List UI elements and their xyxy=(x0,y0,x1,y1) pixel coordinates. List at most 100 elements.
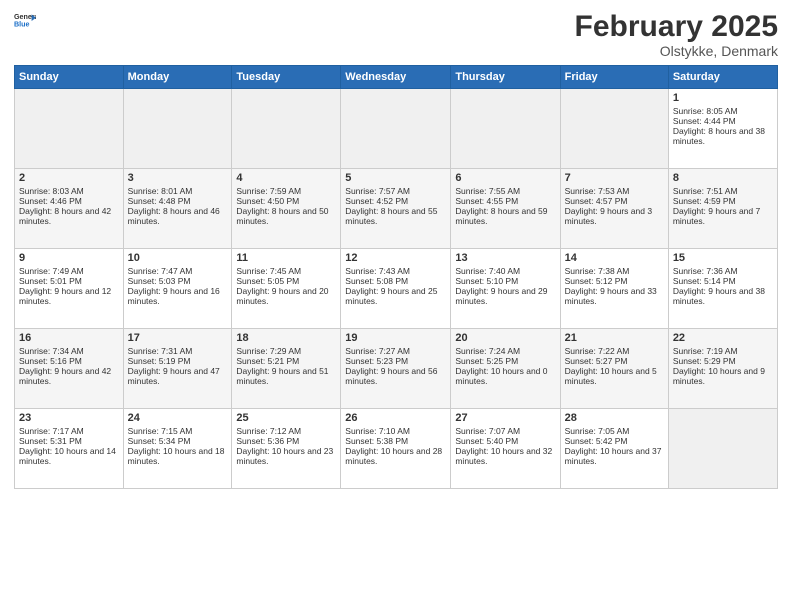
daylight-text: Daylight: 9 hours and 25 minutes. xyxy=(345,286,446,306)
calendar-cell xyxy=(232,89,341,169)
day-number: 10 xyxy=(128,252,228,264)
daylight-text: Daylight: 9 hours and 51 minutes. xyxy=(236,366,336,386)
sunrise-text: Sunrise: 7:38 AM xyxy=(565,266,664,276)
day-number: 17 xyxy=(128,332,228,344)
calendar-cell: 13Sunrise: 7:40 AMSunset: 5:10 PMDayligh… xyxy=(451,249,560,329)
sunset-text: Sunset: 5:19 PM xyxy=(128,356,228,366)
calendar-cell: 10Sunrise: 7:47 AMSunset: 5:03 PMDayligh… xyxy=(123,249,232,329)
daylight-text: Daylight: 8 hours and 46 minutes. xyxy=(128,206,228,226)
sunrise-text: Sunrise: 7:36 AM xyxy=(673,266,773,276)
daylight-text: Daylight: 10 hours and 37 minutes. xyxy=(565,446,664,466)
sunset-text: Sunset: 5:08 PM xyxy=(345,276,446,286)
logo: General Blue xyxy=(14,10,36,37)
daylight-text: Daylight: 9 hours and 42 minutes. xyxy=(19,366,119,386)
daylight-text: Daylight: 8 hours and 38 minutes. xyxy=(673,126,773,146)
calendar-cell: 15Sunrise: 7:36 AMSunset: 5:14 PMDayligh… xyxy=(668,249,777,329)
sunset-text: Sunset: 4:44 PM xyxy=(673,116,773,126)
daylight-text: Daylight: 9 hours and 20 minutes. xyxy=(236,286,336,306)
sunset-text: Sunset: 5:40 PM xyxy=(455,436,555,446)
calendar-week-row: 9Sunrise: 7:49 AMSunset: 5:01 PMDaylight… xyxy=(15,249,778,329)
sunset-text: Sunset: 5:31 PM xyxy=(19,436,119,446)
sunrise-text: Sunrise: 7:59 AM xyxy=(236,186,336,196)
sunset-text: Sunset: 5:27 PM xyxy=(565,356,664,366)
sunrise-text: Sunrise: 7:55 AM xyxy=(455,186,555,196)
sunrise-text: Sunrise: 7:40 AM xyxy=(455,266,555,276)
daylight-text: Daylight: 9 hours and 33 minutes. xyxy=(565,286,664,306)
day-number: 3 xyxy=(128,172,228,184)
sunrise-text: Sunrise: 8:05 AM xyxy=(673,106,773,116)
sunset-text: Sunset: 5:29 PM xyxy=(673,356,773,366)
sunset-text: Sunset: 5:14 PM xyxy=(673,276,773,286)
title-block: February 2025 Olstykke, Denmark xyxy=(575,10,778,59)
daylight-text: Daylight: 10 hours and 14 minutes. xyxy=(19,446,119,466)
calendar-cell: 21Sunrise: 7:22 AMSunset: 5:27 PMDayligh… xyxy=(560,329,668,409)
calendar-cell: 24Sunrise: 7:15 AMSunset: 5:34 PMDayligh… xyxy=(123,409,232,489)
calendar-cell: 16Sunrise: 7:34 AMSunset: 5:16 PMDayligh… xyxy=(15,329,124,409)
day-number: 26 xyxy=(345,412,446,424)
calendar-cell: 6Sunrise: 7:55 AMSunset: 4:55 PMDaylight… xyxy=(451,169,560,249)
sunset-text: Sunset: 5:12 PM xyxy=(565,276,664,286)
calendar-cell: 25Sunrise: 7:12 AMSunset: 5:36 PMDayligh… xyxy=(232,409,341,489)
day-number: 8 xyxy=(673,172,773,184)
sunrise-text: Sunrise: 7:31 AM xyxy=(128,346,228,356)
day-number: 1 xyxy=(673,92,773,104)
calendar-cell: 11 Sunrise: 7:45 AMSunset: 5:05 PMDayligh… xyxy=(232,249,341,329)
daylight-text: Daylight: 9 hours and 38 minutes. xyxy=(673,286,773,306)
daylight-text: Daylight: 8 hours and 55 minutes. xyxy=(345,206,446,226)
sunrise-text: Sunrise: 7:05 AM xyxy=(565,426,664,436)
day-number: 14 xyxy=(565,252,664,264)
calendar-cell: 18Sunrise: 7:29 AMSunset: 5:21 PMDayligh… xyxy=(232,329,341,409)
month-title: February 2025 xyxy=(575,10,778,43)
calendar-cell: 27Sunrise: 7:07 AMSunset: 5:40 PMDayligh… xyxy=(451,409,560,489)
day-number: 25 xyxy=(236,412,336,424)
sunrise-text: Sunrise: 7:29 AM xyxy=(236,346,336,356)
header: General Blue February 2025 Olstykke, Den… xyxy=(14,10,778,59)
daylight-text: Daylight: 10 hours and 28 minutes. xyxy=(345,446,446,466)
sunset-text: Sunset: 5:34 PM xyxy=(128,436,228,446)
sunrise-text: Sunrise: 7:15 AM xyxy=(128,426,228,436)
sunrise-text: Sunrise: 7:45 AM xyxy=(236,266,336,276)
sunrise-text: Sunrise: 7:34 AM xyxy=(19,346,119,356)
col-monday: Monday xyxy=(123,66,232,89)
day-number: 27 xyxy=(455,412,555,424)
location: Olstykke, Denmark xyxy=(575,43,778,59)
calendar-cell xyxy=(668,409,777,489)
calendar-week-row: 1 Sunrise: 8:05 AMSunset: 4:44 PMDaylight… xyxy=(15,89,778,169)
daylight-text: Daylight: 10 hours and 23 minutes. xyxy=(236,446,336,466)
day-number: 11 xyxy=(236,252,336,264)
sunrise-text: Sunrise: 7:57 AM xyxy=(345,186,446,196)
calendar-cell: 1 Sunrise: 8:05 AMSunset: 4:44 PMDaylight… xyxy=(668,89,777,169)
col-thursday: Thursday xyxy=(451,66,560,89)
sunset-text: Sunset: 5:05 PM xyxy=(236,276,336,286)
sunset-text: Sunset: 4:57 PM xyxy=(565,196,664,206)
daylight-text: Daylight: 9 hours and 12 minutes. xyxy=(19,286,119,306)
sunset-text: Sunset: 5:42 PM xyxy=(565,436,664,446)
calendar-cell xyxy=(560,89,668,169)
sunrise-text: Sunrise: 7:43 AM xyxy=(345,266,446,276)
calendar-cell: 9Sunrise: 7:49 AMSunset: 5:01 PMDaylight… xyxy=(15,249,124,329)
sunrise-text: Sunrise: 7:51 AM xyxy=(673,186,773,196)
day-number: 13 xyxy=(455,252,555,264)
day-number: 4 xyxy=(236,172,336,184)
sunrise-text: Sunrise: 7:27 AM xyxy=(345,346,446,356)
sunset-text: Sunset: 4:50 PM xyxy=(236,196,336,206)
col-friday: Friday xyxy=(560,66,668,89)
sunset-text: Sunset: 5:23 PM xyxy=(345,356,446,366)
page-container: General Blue February 2025 Olstykke, Den… xyxy=(0,0,792,499)
calendar-cell xyxy=(341,89,451,169)
day-number: 12 xyxy=(345,252,446,264)
svg-text:Blue: Blue xyxy=(14,21,30,29)
daylight-text: Daylight: 9 hours and 3 minutes. xyxy=(565,206,664,226)
calendar-week-row: 23Sunrise: 7:17 AMSunset: 5:31 PMDayligh… xyxy=(15,409,778,489)
sunset-text: Sunset: 5:38 PM xyxy=(345,436,446,446)
daylight-text: Daylight: 9 hours and 56 minutes. xyxy=(345,366,446,386)
day-number: 23 xyxy=(19,412,119,424)
day-number: 24 xyxy=(128,412,228,424)
daylight-text: Daylight: 10 hours and 9 minutes. xyxy=(673,366,773,386)
sunset-text: Sunset: 4:46 PM xyxy=(19,196,119,206)
calendar-cell xyxy=(15,89,124,169)
day-number: 20 xyxy=(455,332,555,344)
calendar-cell: 23Sunrise: 7:17 AMSunset: 5:31 PMDayligh… xyxy=(15,409,124,489)
daylight-text: Daylight: 8 hours and 50 minutes. xyxy=(236,206,336,226)
day-number: 22 xyxy=(673,332,773,344)
